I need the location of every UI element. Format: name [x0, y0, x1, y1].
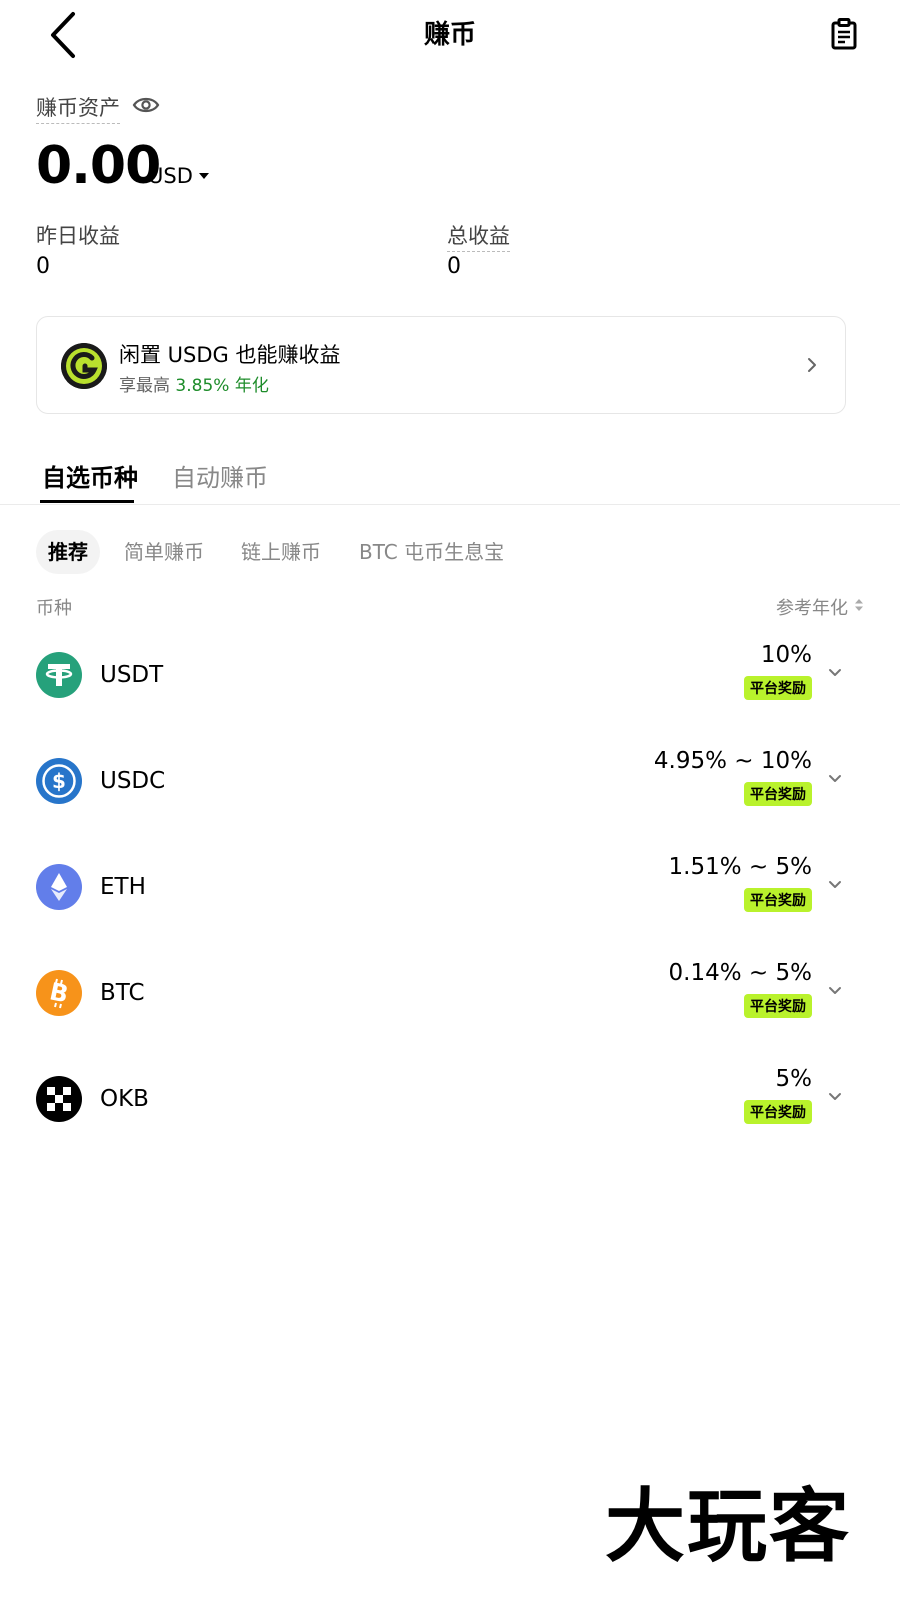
promo-sub-suffix: 年化 [234, 376, 269, 396]
coin-apr: 4.95% ~ 10% [653, 748, 812, 774]
usdg-promo-card[interactable]: 闲置 USDG 也能赚收益 享最高 3.85% 年化 [36, 316, 846, 414]
balance-value: 0.00 [36, 136, 161, 196]
coin-name: BTC [100, 980, 145, 1006]
coin-row-usdc[interactable]: $ USDC 4.95% ~ 10% 平台奖励 [0, 734, 900, 840]
tabs-divider [0, 504, 900, 505]
svg-text:$: $ [52, 769, 66, 793]
eye-icon[interactable] [132, 94, 160, 116]
currency-selector[interactable]: USD [148, 164, 209, 188]
coin-apr: 0.14% ~ 5% [668, 960, 812, 986]
usdc-icon: $ [36, 758, 82, 804]
tab-watchlist-coins[interactable]: 自选币种 [42, 458, 138, 493]
caret-down-icon [198, 173, 209, 179]
total-earnings-label[interactable]: 总收益 [447, 220, 510, 252]
coin-name: ETH [100, 874, 146, 900]
chevron-down-icon[interactable] [828, 774, 842, 784]
filter-recommended[interactable]: 推荐 [36, 530, 100, 574]
coin-name: USDT [100, 662, 164, 688]
usdt-icon [36, 652, 82, 698]
eth-icon [36, 864, 82, 910]
total-earnings-value: 0 [447, 254, 461, 279]
assets-label[interactable]: 赚币资产 [36, 92, 120, 124]
tab-auto-earn[interactable]: 自动赚币 [172, 458, 268, 493]
filter-onchain-earn[interactable]: 链上赚币 [241, 530, 321, 574]
filter-btc-hodl[interactable]: BTC 屯币生息宝 [359, 530, 504, 574]
coin-name: USDC [100, 768, 166, 794]
yesterday-earnings-value: 0 [36, 254, 50, 279]
platform-reward-badge: 平台奖励 [744, 888, 812, 912]
sort-icon[interactable] [854, 598, 864, 612]
chevron-right-icon [808, 358, 816, 372]
column-header-coin: 币种 [36, 598, 72, 619]
chevron-down-icon[interactable] [828, 668, 842, 678]
yesterday-earnings-label: 昨日收益 [36, 224, 120, 248]
promo-subtitle: 享最高 3.85% 年化 [119, 371, 269, 396]
btc-icon: B [36, 970, 82, 1016]
chevron-down-icon[interactable] [828, 880, 842, 890]
column-header-apr[interactable]: 参考年化 [776, 594, 848, 620]
coin-apr: 1.51% ~ 5% [668, 854, 812, 880]
currency-label: USD [148, 164, 193, 188]
coin-row-okb[interactable]: OKB 5% 平台奖励 [0, 1052, 900, 1158]
usdg-logo-icon [61, 343, 107, 389]
promo-title: 闲置 USDG 也能赚收益 [119, 343, 341, 367]
coin-row-eth[interactable]: ETH 1.51% ~ 5% 平台奖励 [0, 840, 900, 946]
orders-button[interactable] [826, 14, 862, 54]
coin-apr: 5% [775, 1066, 813, 1092]
watermark-text: 大玩客 [605, 1480, 851, 1573]
coin-row-btc[interactable]: B BTC 0.14% ~ 5% 平台奖励 [0, 946, 900, 1052]
coin-name: OKB [100, 1086, 149, 1112]
filter-simple-earn[interactable]: 简单赚币 [124, 530, 204, 574]
platform-reward-badge: 平台奖励 [744, 994, 812, 1018]
promo-sub-prefix: 享最高 [119, 376, 170, 396]
active-tab-indicator [40, 500, 134, 503]
clipboard-icon [831, 18, 857, 50]
okb-icon [36, 1076, 82, 1122]
coin-row-usdt[interactable]: USDT 10% 平台奖励 [0, 628, 900, 734]
platform-reward-badge: 平台奖励 [744, 782, 812, 806]
chevron-down-icon[interactable] [828, 1092, 842, 1102]
page-title: 赚币 [423, 20, 476, 50]
promo-rate: 3.85% [175, 376, 230, 396]
platform-reward-badge: 平台奖励 [744, 1100, 812, 1124]
chevron-down-icon[interactable] [828, 986, 842, 996]
coin-apr: 10% [760, 642, 812, 668]
platform-reward-badge: 平台奖励 [744, 676, 812, 700]
